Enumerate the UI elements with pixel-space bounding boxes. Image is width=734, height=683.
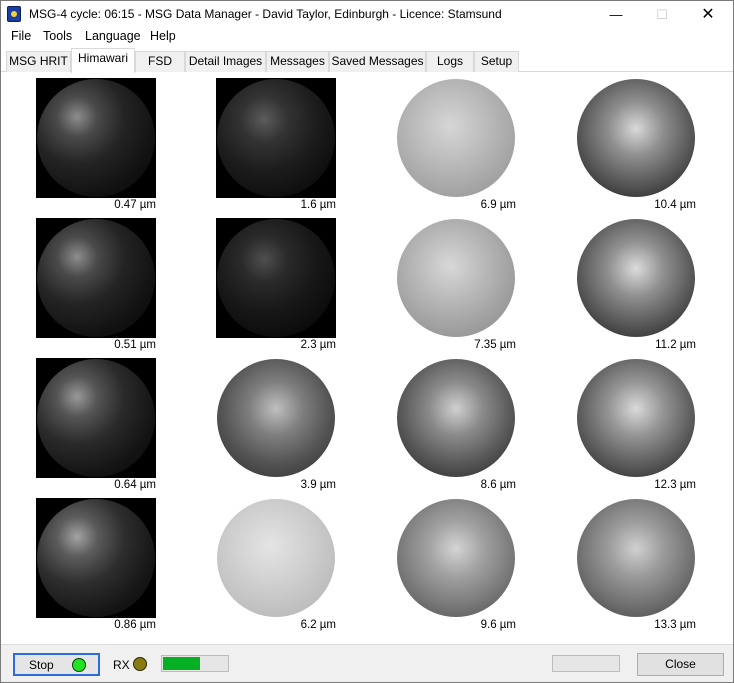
tab-fsd[interactable]: FSD <box>135 51 185 72</box>
tab-msg-hrit[interactable]: MSG HRIT <box>6 51 71 72</box>
menu-tools[interactable]: Tools <box>39 29 76 43</box>
signal-level-fill <box>163 657 200 670</box>
stop-button[interactable]: Stop <box>13 653 100 676</box>
channel-thumbnail[interactable]: 6.9 µm <box>376 78 516 218</box>
channel-thumbnail[interactable]: 13.3 µm <box>556 498 696 638</box>
channel-thumbnail[interactable]: 7.35 µm <box>376 218 516 358</box>
channel-thumbnail[interactable]: 12.3 µm <box>556 358 696 498</box>
channel-wavelength-label: 0.86 µm <box>114 619 156 631</box>
channel-wavelength-label: 3.9 µm <box>300 479 336 491</box>
channel-thumbnail[interactable]: 10.4 µm <box>556 78 696 218</box>
close-button[interactable]: Close <box>637 653 724 676</box>
channel-wavelength-label: 0.47 µm <box>114 199 156 211</box>
app-window: MSG-4 cycle: 06:15 - MSG Data Manager - … <box>0 0 734 683</box>
channel-wavelength-label: 10.4 µm <box>654 199 696 211</box>
tab-himawari[interactable]: Himawari <box>71 48 135 73</box>
close-window-button[interactable]: ✕ <box>685 1 731 28</box>
earth-image-water-vapour <box>216 498 336 618</box>
earth-image-swir <box>216 358 336 478</box>
tab-setup[interactable]: Setup <box>474 51 519 72</box>
earth-image-vis <box>36 218 156 338</box>
earth-image-water-vapour <box>396 218 516 338</box>
earth-image-vis <box>36 358 156 478</box>
earth-image-ir <box>396 498 516 618</box>
channel-wavelength-label: 9.6 µm <box>480 619 516 631</box>
channel-thumbnail[interactable]: 0.64 µm <box>16 358 156 498</box>
earth-image-vis <box>36 498 156 618</box>
earth-image-vis <box>36 78 156 198</box>
title-bar[interactable]: MSG-4 cycle: 06:15 - MSG Data Manager - … <box>1 1 733 28</box>
channel-wavelength-label: 12.3 µm <box>654 479 696 491</box>
channel-thumbnail[interactable]: 0.86 µm <box>16 498 156 638</box>
channel-thumbnail[interactable]: 11.2 µm <box>556 218 696 358</box>
channel-wavelength-label: 13.3 µm <box>654 619 696 631</box>
app-icon[interactable] <box>7 6 21 22</box>
earth-image-ir <box>576 358 696 478</box>
earth-image-ir <box>576 218 696 338</box>
tab-detail-images[interactable]: Detail Images <box>185 51 266 72</box>
channel-thumbnail[interactable]: 1.6 µm <box>196 78 336 218</box>
channel-wavelength-label: 1.6 µm <box>300 199 336 211</box>
signal-level-bar <box>161 655 229 672</box>
menu-language[interactable]: Language <box>81 29 145 43</box>
channel-thumbnail[interactable]: 9.6 µm <box>376 498 516 638</box>
channel-wavelength-label: 2.3 µm <box>300 339 336 351</box>
earth-image-ir <box>576 498 696 618</box>
earth-image-water-vapour <box>396 78 516 198</box>
status-bar: Stop RX Close <box>1 644 733 682</box>
channel-thumbnail[interactable]: 8.6 µm <box>376 358 516 498</box>
menu-file[interactable]: File <box>7 29 35 43</box>
stop-button-label: Stop <box>29 658 54 672</box>
progress-bar <box>552 655 620 672</box>
tab-saved-messages[interactable]: Saved Messages <box>329 51 426 72</box>
menu-help[interactable]: Help <box>146 29 180 43</box>
running-indicator-icon <box>72 658 86 672</box>
menu-bar: File Tools Language Help <box>1 28 733 47</box>
channel-wavelength-label: 8.6 µm <box>480 479 516 491</box>
minimize-button[interactable]: — <box>593 1 639 28</box>
tab-messages[interactable]: Messages <box>266 51 329 72</box>
channel-wavelength-label: 11.2 µm <box>655 339 696 351</box>
channel-thumbnail[interactable]: 3.9 µm <box>196 358 336 498</box>
himawari-image-grid: 0.47 µm 1.6 µm 6.9 µm 10.4 µm 0.51 µm 2.… <box>1 72 733 644</box>
channel-thumbnail[interactable]: 6.2 µm <box>196 498 336 638</box>
rx-label: RX <box>113 658 130 672</box>
earth-image-ir <box>396 358 516 478</box>
window-title: MSG-4 cycle: 06:15 - MSG Data Manager - … <box>29 7 502 21</box>
channel-wavelength-label: 7.35 µm <box>474 339 516 351</box>
channel-wavelength-label: 6.2 µm <box>300 619 336 631</box>
rx-indicator-icon <box>133 657 147 671</box>
earth-image-ir <box>576 78 696 198</box>
channel-thumbnail[interactable]: 2.3 µm <box>196 218 336 358</box>
tab-strip: MSG HRIT Himawari FSD Detail Images Mess… <box>1 47 733 73</box>
maximize-button[interactable]: ☐ <box>639 1 685 28</box>
channel-wavelength-label: 6.9 µm <box>480 199 516 211</box>
channel-wavelength-label: 0.64 µm <box>114 479 156 491</box>
channel-wavelength-label: 0.51 µm <box>114 339 156 351</box>
channel-thumbnail[interactable]: 0.47 µm <box>16 78 156 218</box>
earth-image-nir <box>216 78 336 198</box>
earth-image-nir <box>216 218 336 338</box>
channel-thumbnail[interactable]: 0.51 µm <box>16 218 156 358</box>
tab-logs[interactable]: Logs <box>426 51 474 72</box>
